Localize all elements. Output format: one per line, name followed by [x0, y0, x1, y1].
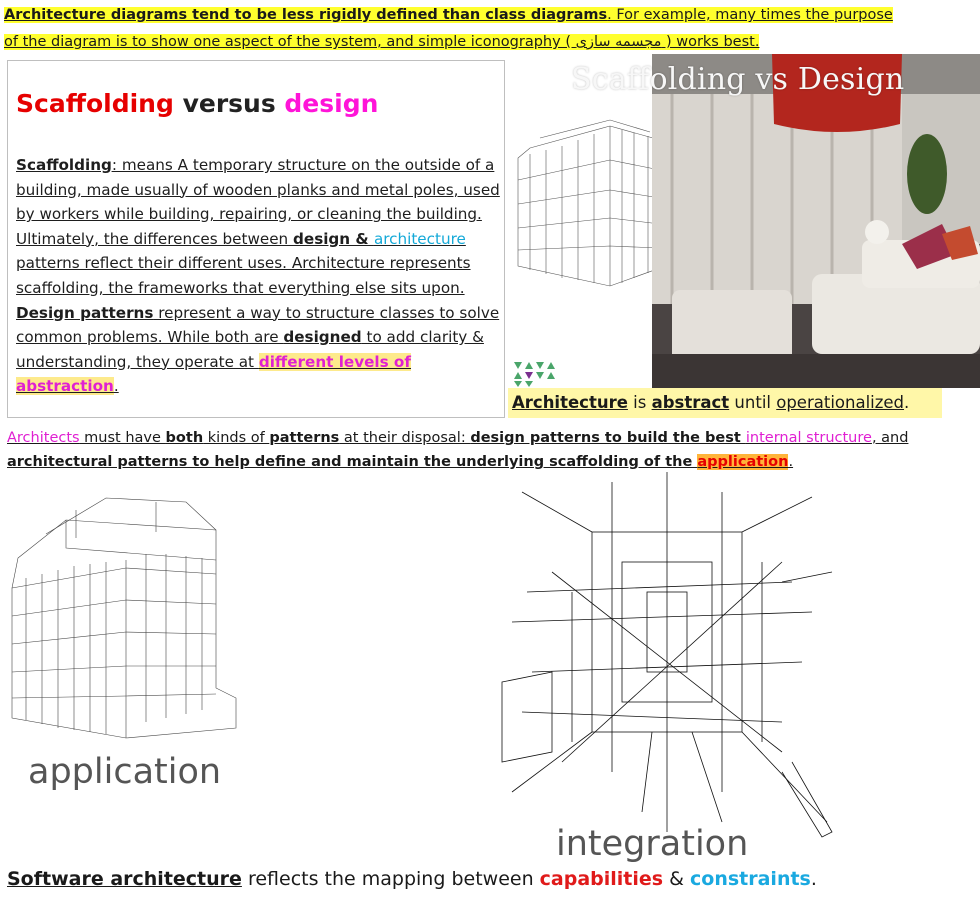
seg: kinds of	[203, 430, 270, 446]
term-design-patterns: Design patterns	[16, 303, 154, 322]
seg: both	[165, 430, 204, 446]
living-room-photo	[652, 54, 980, 388]
architecture-abstract-statement: Architecture is abstract until operation…	[508, 388, 942, 418]
intro-paragraph: Architecture diagrams tend to be less ri…	[4, 2, 938, 56]
title-scaffolding: Scaffolding	[16, 89, 174, 118]
integration-label: integration	[556, 824, 749, 864]
seg: operationalized	[776, 393, 905, 412]
seg: constraints	[690, 868, 811, 890]
card-body: Scaffolding: means A temporary structure…	[16, 153, 500, 399]
seg: until	[729, 393, 777, 412]
seg: must have	[79, 430, 166, 446]
seg: at their disposal:	[339, 430, 471, 446]
application-label: application	[28, 752, 222, 792]
seg: application	[697, 454, 789, 470]
title-design: design	[284, 89, 379, 118]
body-seg: patterns reflect their different uses. A…	[16, 254, 471, 297]
seg: reflects the mapping between	[241, 868, 540, 890]
term-scaffolding: Scaffolding	[16, 156, 112, 174]
seg: , and	[871, 430, 909, 446]
intro-line-1: Architecture diagrams tend to be less ri…	[4, 7, 893, 23]
architects-paragraph: Architects must have both kinds of patte…	[7, 426, 947, 474]
application-building-sketch	[11, 497, 237, 739]
term-designed: designed	[283, 328, 362, 347]
seg: design patterns to build the best	[470, 430, 746, 446]
title-versus: versus	[173, 89, 285, 118]
seg: internal structure	[745, 430, 872, 446]
software-architecture-statement: Software architecture reflects the mappi…	[7, 868, 817, 890]
seg: Architects	[7, 430, 80, 446]
seg: abstract	[651, 393, 730, 412]
seg: .	[788, 454, 794, 470]
seg: patterns	[269, 430, 340, 446]
seg: Architecture	[512, 393, 628, 412]
seg: architectural patterns to help define an…	[7, 454, 698, 470]
term-design: design &	[293, 229, 374, 248]
seg: is	[627, 393, 652, 412]
card-title: Scaffolding versus design	[16, 89, 378, 118]
intro-rest: . For example, many times the purpose	[607, 7, 893, 23]
scaffold-building-sketch	[517, 119, 661, 287]
integration-wireframe-graphic	[501, 472, 833, 838]
photo-title: Scaffolding vs Design	[571, 62, 905, 97]
seg: &	[663, 868, 690, 890]
term-architecture: architecture	[373, 229, 466, 248]
seg: .	[904, 393, 910, 412]
triangle-logo-icon	[514, 362, 555, 387]
seg: .	[810, 868, 817, 890]
seg: capabilities	[539, 868, 664, 890]
seg: Software architecture	[7, 868, 242, 890]
intro-line-2: of the diagram is to show one aspect of …	[4, 34, 760, 50]
body-seg: .	[113, 377, 119, 396]
scaffolding-card: Scaffolding versus design Scaffolding: m…	[7, 60, 505, 418]
intro-lead: Architecture diagrams tend to be less ri…	[4, 7, 608, 23]
